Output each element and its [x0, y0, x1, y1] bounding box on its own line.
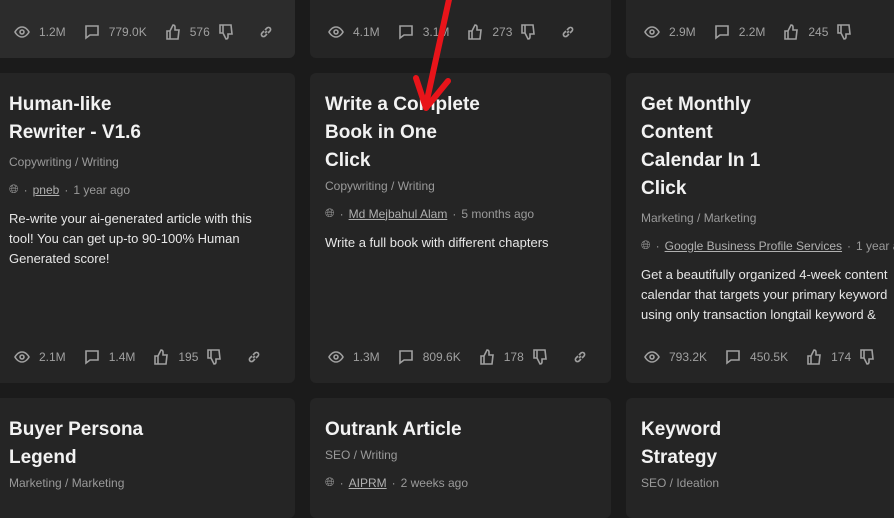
thumbs-down-icon[interactable] [520, 24, 536, 40]
thumbs-up-icon[interactable] [479, 349, 495, 365]
comments-count: 2.2M [738, 25, 766, 39]
card-description: Re-write your ai-generated article with … [9, 211, 252, 266]
author-link[interactable]: Google Business Profile Services [665, 239, 842, 253]
link-icon[interactable] [572, 349, 588, 365]
card-stats: 2.9M 2.2M 245 [644, 24, 852, 40]
card-description: Get a beautifully organized 4-week conte… [641, 267, 888, 322]
card-meta: 🌐︎ · Google Business Profile Services · 1 ye… [641, 238, 894, 253]
card-stats: 1.3M 809.6K 178 [328, 349, 588, 365]
author-link[interactable]: pneb [33, 183, 60, 197]
likes-count: 195 [178, 350, 199, 364]
globe-icon: 🌐︎ [9, 182, 19, 196]
link-icon[interactable] [560, 24, 576, 40]
thumbs-up-icon[interactable] [806, 349, 822, 365]
thumbs-down-icon[interactable] [836, 24, 852, 40]
likes-count: 174 [831, 350, 852, 364]
card-title[interactable]: Human-like Rewriter - V1.6 [9, 91, 179, 147]
card-stats: 4.1M 3.1M 273 [328, 24, 576, 40]
views-count: 2.9M [669, 25, 696, 39]
comment-icon [398, 350, 413, 365]
thumbs-down-icon[interactable] [859, 349, 875, 365]
prompt-card[interactable]: Human-like Rewriter - V1.6 Copywriting /… [0, 73, 295, 383]
card-category: Marketing / Marketing [641, 211, 757, 225]
comments-count: 450.5K [750, 350, 789, 364]
eye-icon [14, 351, 30, 363]
prompt-card[interactable]: Keyword Strategy SEO / Ideation [626, 398, 894, 518]
thumbs-up-icon[interactable] [467, 24, 483, 40]
likes-count: 273 [492, 25, 513, 39]
card-time: 5 months ago [461, 206, 535, 221]
views-count: 793.2K [669, 350, 708, 364]
link-icon[interactable] [258, 24, 274, 40]
comment-icon [398, 25, 413, 40]
card-description: Write a full book with different chapter… [325, 235, 549, 250]
prompt-card[interactable]: 1.2M 779.0K 576 [0, 0, 295, 58]
likes-count: 178 [503, 350, 524, 364]
separator: · [339, 206, 344, 221]
comments-count: 809.6K [422, 350, 461, 364]
separator: · [23, 182, 28, 197]
card-title[interactable]: Get Monthly Content Calendar In 1 Click [641, 91, 771, 203]
eye-icon [328, 26, 344, 38]
comment-icon [84, 25, 99, 40]
card-stats: 793.2K 450.5K 174 [644, 349, 875, 365]
link-icon[interactable] [246, 349, 262, 365]
eye-icon [14, 26, 30, 38]
comments-count: 3.1M [422, 25, 450, 39]
globe-icon: 🌐︎ [325, 475, 335, 489]
author-link[interactable]: AIPRM [349, 476, 387, 490]
views-count: 1.2M [39, 25, 66, 39]
likes-count: 245 [808, 25, 829, 39]
thumbs-down-icon[interactable] [218, 24, 234, 40]
separator: · [847, 238, 852, 253]
eye-icon [644, 351, 660, 363]
card-title[interactable]: Write a Complete Book in One Click [325, 91, 485, 175]
card-time: 1 year ago [73, 182, 131, 197]
card-stats: 1.2M 779.0K 576 [14, 24, 274, 40]
prompt-card[interactable]: Write a Complete Book in One Click Copyw… [310, 73, 611, 383]
thumbs-up-icon[interactable] [165, 24, 181, 40]
comments-count: 1.4M [108, 350, 136, 364]
card-stats: 2.1M 1.4M 195 [14, 349, 262, 365]
card-meta: 🌐︎ · pneb · 1 year ago [9, 182, 285, 197]
separator: · [391, 475, 396, 490]
card-category: Copywriting / Writing [325, 179, 435, 193]
views-count: 4.1M [353, 25, 380, 39]
card-time: 1 year ago [856, 238, 894, 253]
card-title[interactable]: Outrank Article [325, 416, 601, 444]
card-category: Copywriting / Writing [9, 155, 119, 169]
card-meta: 🌐︎ · AIPRM · 2 weeks ago [325, 475, 601, 490]
eye-icon [644, 26, 660, 38]
views-count: 1.3M [353, 350, 380, 364]
card-time: 2 weeks ago [400, 475, 469, 490]
separator: · [655, 238, 660, 253]
thumbs-down-icon[interactable] [206, 349, 222, 365]
comments-count: 779.0K [108, 25, 147, 39]
prompt-card[interactable]: 2.9M 2.2M 245 [626, 0, 894, 58]
separator: · [64, 182, 69, 197]
prompt-card[interactable]: Outrank Article SEO / Writing 🌐︎ · AIPRM · 2… [310, 398, 611, 518]
prompt-card[interactable]: Buyer Persona Legend Marketing / Marketi… [0, 398, 295, 518]
prompt-card[interactable]: Get Monthly Content Calendar In 1 Click … [626, 73, 894, 383]
card-category: SEO / Writing [325, 448, 398, 462]
likes-count: 576 [189, 25, 210, 39]
separator: · [339, 475, 344, 490]
comment-icon [714, 25, 729, 40]
globe-icon: 🌐︎ [325, 206, 335, 220]
author-link[interactable]: Md Mejbahul Alam [349, 207, 448, 221]
globe-icon: 🌐︎ [641, 238, 651, 252]
card-meta: 🌐︎ · Md Mejbahul Alam · 5 months ago [325, 206, 534, 221]
separator: · [452, 206, 457, 221]
thumbs-up-icon[interactable] [153, 349, 169, 365]
comment-icon [84, 350, 99, 365]
thumbs-down-icon[interactable] [532, 349, 548, 365]
comment-icon [726, 350, 740, 365]
thumbs-up-icon[interactable] [783, 24, 799, 40]
views-count: 2.1M [39, 350, 66, 364]
card-title[interactable]: Buyer Persona Legend [9, 416, 169, 472]
prompt-card[interactable]: 4.1M 3.1M 273 [310, 0, 611, 58]
card-title[interactable]: Keyword Strategy [641, 416, 741, 472]
eye-icon [328, 351, 344, 363]
